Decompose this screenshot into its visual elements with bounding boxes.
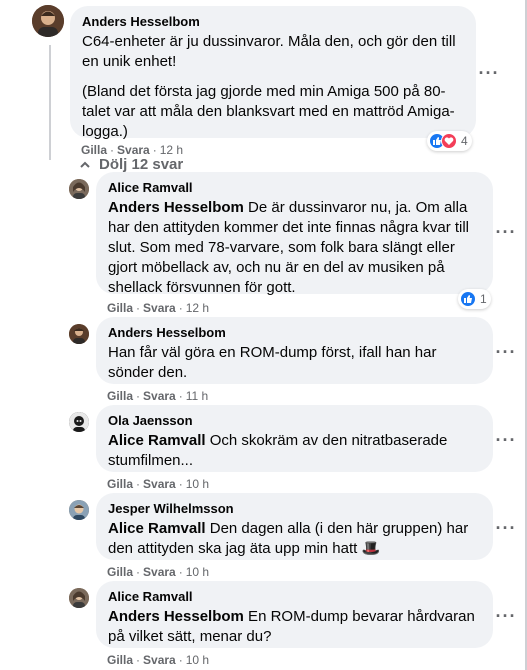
timestamp[interactable]: 10 h xyxy=(186,653,209,667)
comment-actions: Gilla · Svara · 10 h xyxy=(107,477,210,491)
reply-button[interactable]: Svara xyxy=(143,565,176,579)
more-options-icon[interactable]: ··· xyxy=(492,426,520,454)
more-options-icon[interactable]: ··· xyxy=(475,59,503,87)
avatar[interactable] xyxy=(69,179,89,199)
mention-link[interactable]: Anders Hesselbom xyxy=(108,199,244,216)
comment-text: Anders Hesselbom En ROM-dump bevarar hår… xyxy=(108,607,481,647)
mention-link[interactable]: Anders Hesselbom xyxy=(108,608,244,625)
thread-line xyxy=(49,45,51,160)
timestamp[interactable]: 10 h xyxy=(186,565,209,579)
avatar[interactable] xyxy=(69,588,89,608)
comment-author[interactable]: Ola Jaensson xyxy=(108,413,481,429)
timestamp[interactable]: 12 h xyxy=(160,143,183,157)
comment-text: C64-enheter är ju dussinvaror. Måla den,… xyxy=(82,32,464,142)
comment-body: Han får väl göra en ROM-dump först, ifal… xyxy=(108,344,437,381)
comment-bubble: Anders Hesselbom Han får väl göra en ROM… xyxy=(96,317,493,384)
timestamp[interactable]: 12 h xyxy=(186,301,209,315)
like-button[interactable]: Gilla xyxy=(107,653,133,667)
comment-text: Han får väl göra en ROM-dump först, ifal… xyxy=(108,343,481,383)
like-button[interactable]: Gilla xyxy=(107,565,133,579)
like-button[interactable]: Gilla xyxy=(107,301,133,315)
more-options-icon[interactable]: ··· xyxy=(492,338,520,366)
comment-text: Anders Hesselbom De är dussinvaror nu, j… xyxy=(108,198,481,298)
comment-text: Alice Ramvall Den dagen alla (i den här … xyxy=(108,519,481,559)
reaction-count: 1 xyxy=(480,292,487,306)
comment-author[interactable]: Alice Ramvall xyxy=(108,180,481,196)
comment-bubble: Ola Jaensson Alice Ramvall Och skokräm a… xyxy=(96,405,493,472)
reply-button[interactable]: Svara xyxy=(143,477,176,491)
comment-bubble: Alice Ramvall Anders Hesselbom En ROM-du… xyxy=(96,581,493,648)
reaction-count: 4 xyxy=(461,134,468,148)
reply-button[interactable]: Svara xyxy=(143,653,176,667)
avatar[interactable] xyxy=(69,324,89,344)
like-button[interactable]: Gilla xyxy=(81,143,107,157)
love-icon xyxy=(441,133,457,149)
comment-actions: Gilla · Svara · 11 h xyxy=(107,389,209,403)
reaction-summary[interactable]: 1 xyxy=(458,289,491,309)
comment-actions: Gilla · Svara · 12 h xyxy=(107,301,210,315)
more-options-icon[interactable]: ··· xyxy=(492,218,520,246)
reply-button[interactable]: Svara xyxy=(143,301,176,315)
avatar[interactable] xyxy=(32,5,64,37)
comment-bubble: Jesper Wilhelmsson Alice Ramvall Den dag… xyxy=(96,493,493,560)
timestamp[interactable]: 10 h xyxy=(186,477,209,491)
reply-button[interactable]: Svara xyxy=(143,389,176,403)
chevron-up-icon xyxy=(80,161,90,168)
avatar[interactable] xyxy=(69,412,89,432)
comment-text: Alice Ramvall Och skokräm av den nitratb… xyxy=(108,431,481,471)
like-button[interactable]: Gilla xyxy=(107,477,133,491)
reply-button[interactable]: Svara xyxy=(117,143,150,157)
comment-bubble: Anders Hesselbom C64-enheter är ju dussi… xyxy=(70,6,476,140)
reaction-summary[interactable]: 4 xyxy=(427,131,472,151)
like-button[interactable]: Gilla xyxy=(107,389,133,403)
like-icon xyxy=(460,291,476,307)
comment-paragraph: C64-enheter är ju dussinvaror. Måla den,… xyxy=(82,33,456,70)
avatar[interactable] xyxy=(69,500,89,520)
comment-author[interactable]: Jesper Wilhelmsson xyxy=(108,501,481,517)
comment-bubble: Alice Ramvall Anders Hesselbom De är dus… xyxy=(96,172,493,296)
more-options-icon[interactable]: ··· xyxy=(492,602,520,630)
comment-actions: Gilla · Svara · 10 h xyxy=(107,653,210,667)
more-options-icon[interactable]: ··· xyxy=(492,514,520,542)
comment-paragraph: (Bland det första jag gjorde med min Ami… xyxy=(82,83,455,140)
timestamp[interactable]: 11 h xyxy=(186,389,208,403)
hide-replies-label: Dölj 12 svar xyxy=(99,156,184,173)
comment-author[interactable]: Alice Ramvall xyxy=(108,589,481,605)
comment-actions: Gilla · Svara · 10 h xyxy=(107,565,210,579)
comment-author[interactable]: Anders Hesselbom xyxy=(108,325,481,341)
comment-author[interactable]: Anders Hesselbom xyxy=(82,14,464,30)
mention-link[interactable]: Alice Ramvall xyxy=(108,432,206,449)
mention-link[interactable]: Alice Ramvall xyxy=(108,520,206,537)
hide-replies-button[interactable]: Dölj 12 svar xyxy=(79,156,183,173)
